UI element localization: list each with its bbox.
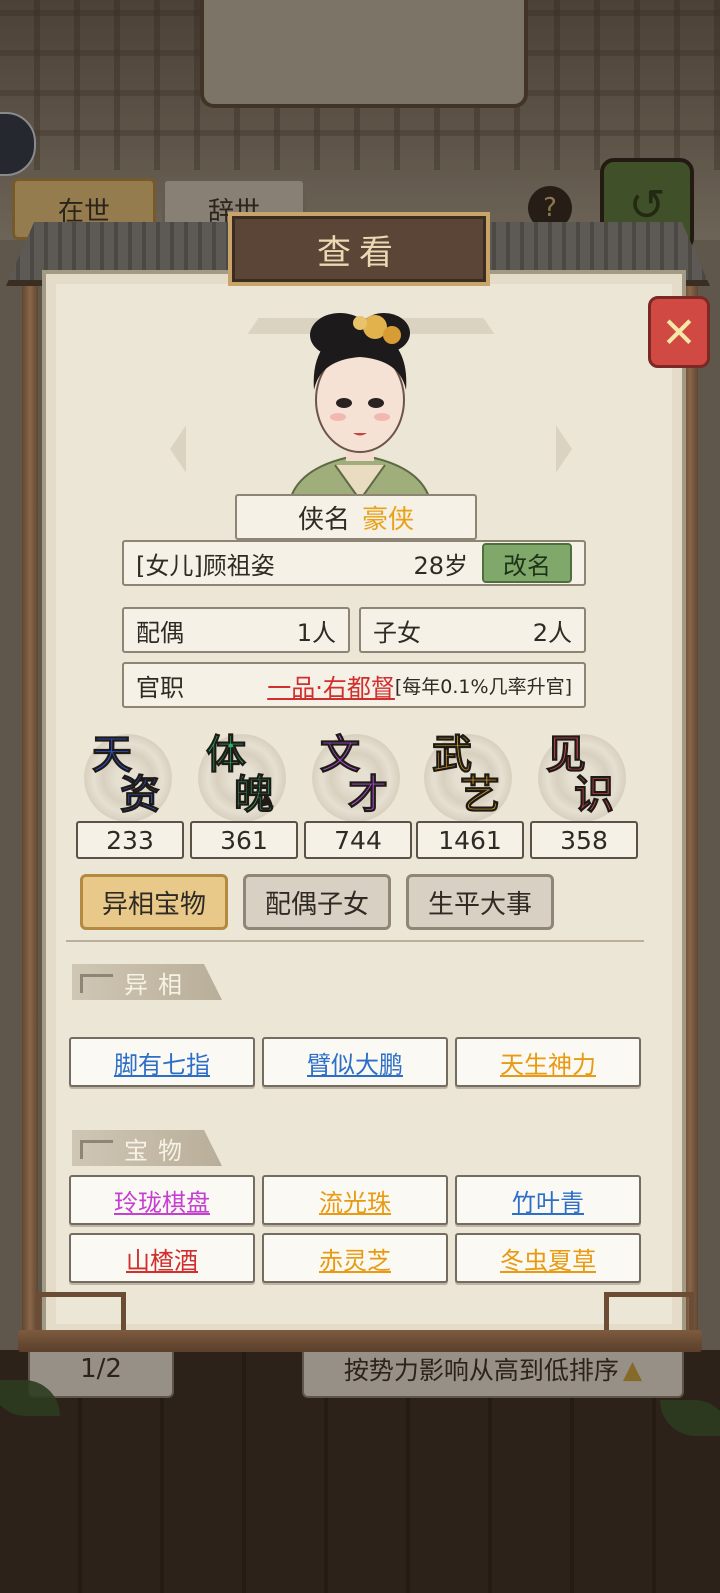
treasure-button[interactable]: 竹叶青	[455, 1175, 641, 1225]
stat-char-2: 魄	[234, 771, 275, 819]
alias-box: 侠名 豪侠	[235, 494, 477, 540]
panel-pillar-left	[22, 262, 38, 1342]
traits-heading: 异相	[72, 964, 222, 1000]
stat-value: 361	[190, 821, 298, 859]
trait-button[interactable]: 臂似大鹏	[262, 1037, 448, 1087]
name-row: [女儿]顾祖姿 28岁 改名	[122, 540, 586, 586]
children-row: 子女 2人	[359, 607, 586, 653]
heading-ornament-icon	[80, 1140, 113, 1159]
stat-icon: 武艺	[416, 728, 520, 822]
treasures-heading-label: 宝物	[124, 1136, 192, 1165]
treasure-button[interactable]: 冬虫夏草	[455, 1233, 641, 1283]
stat-icon: 文才	[304, 728, 408, 822]
stat-icon: 体魄	[190, 728, 294, 822]
stat-icon: 天资	[76, 728, 180, 822]
character-name: [女儿]顾祖姿	[136, 551, 275, 580]
rename-button[interactable]: 改名	[482, 543, 572, 583]
stat-value: 744	[304, 821, 412, 859]
treasure-button[interactable]: 山楂酒	[69, 1233, 255, 1283]
stat-value: 233	[76, 821, 184, 859]
stat-value: 1461	[416, 821, 524, 859]
office-promotion-note: [每年0.1%几率升官]	[394, 675, 572, 698]
stat-icon: 见识	[530, 728, 634, 822]
character-age: 28岁	[413, 551, 468, 580]
treasure-button[interactable]: 流光珠	[262, 1175, 448, 1225]
traits-heading-label: 异相	[124, 970, 192, 999]
children-count: 2人	[532, 618, 572, 647]
panel-base	[18, 1330, 702, 1352]
heading-ornament-icon	[80, 974, 113, 993]
spouse-count: 1人	[296, 618, 336, 647]
stat-char-2: 识	[574, 771, 615, 819]
office-link[interactable]: 一品·右都督	[267, 668, 395, 703]
close-icon: ✕	[661, 307, 697, 357]
spouse-label: 配偶	[136, 618, 184, 647]
section-divider	[66, 940, 644, 950]
tab-traits-treasures[interactable]: 异相宝物	[80, 874, 228, 930]
dialog-title: 查看	[228, 212, 490, 286]
stat-char-2: 才	[348, 771, 389, 819]
character-portrait	[288, 313, 432, 500]
tab-spouse-children[interactable]: 配偶子女	[243, 874, 391, 930]
alias-label: 侠名	[297, 504, 350, 535]
alias-value: 豪侠	[362, 504, 415, 535]
office-row: 官职 一品·右都督 [每年0.1%几率升官]	[122, 662, 586, 708]
tab-life-events[interactable]: 生平大事	[406, 874, 554, 930]
treasures-heading: 宝物	[72, 1130, 222, 1166]
children-label: 子女	[373, 618, 421, 647]
treasure-button[interactable]: 玲珑棋盘	[69, 1175, 255, 1225]
spouse-row: 配偶 1人	[122, 607, 350, 653]
treasure-button[interactable]: 赤灵芝	[262, 1233, 448, 1283]
close-button[interactable]: ✕	[648, 296, 710, 368]
stat-char-2: 资	[120, 771, 161, 819]
trait-button[interactable]: 脚有七指	[69, 1037, 255, 1087]
trait-button[interactable]: 天生神力	[455, 1037, 641, 1087]
stat-char-2: 艺	[460, 771, 501, 819]
stat-value: 358	[530, 821, 638, 859]
office-label: 官职	[136, 673, 184, 702]
